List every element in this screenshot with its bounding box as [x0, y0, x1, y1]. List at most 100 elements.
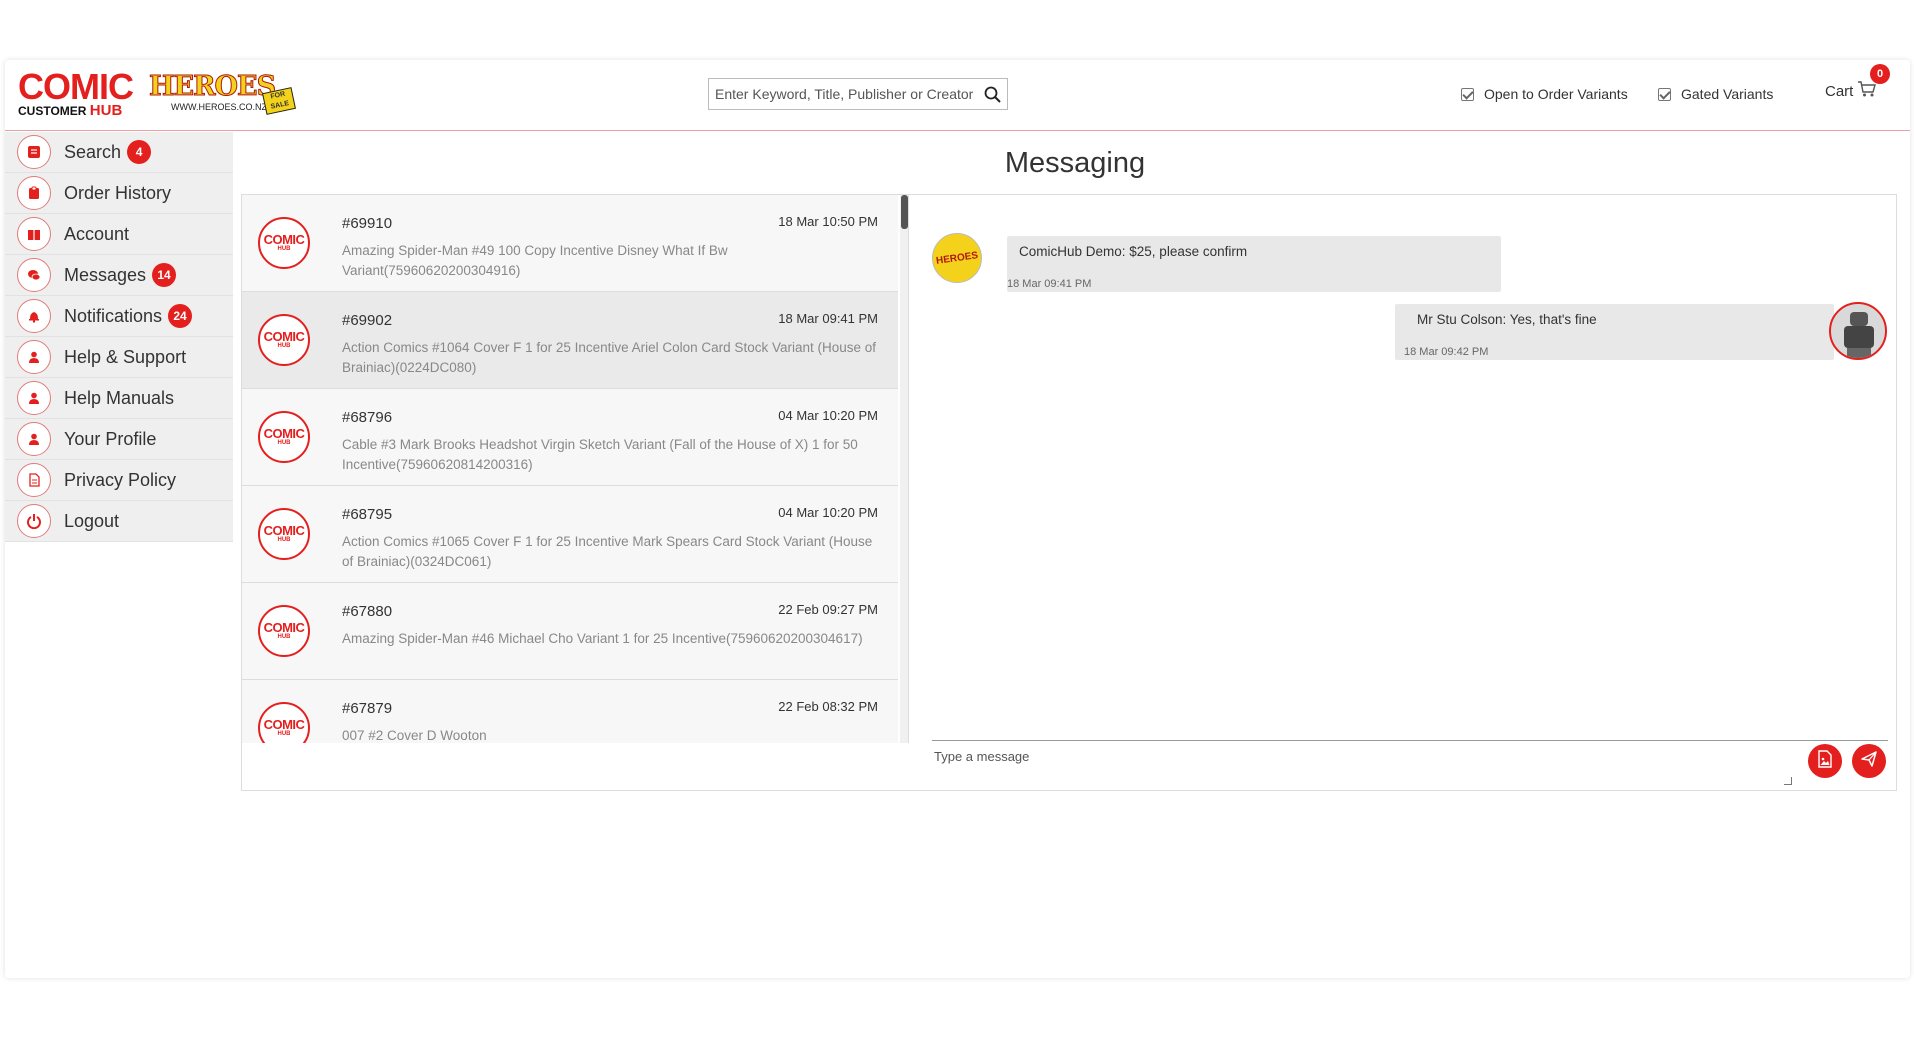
- message-composer: [932, 740, 1888, 788]
- message-time: 18 Mar 09:42 PM: [1404, 346, 1489, 358]
- power-icon: [17, 504, 51, 538]
- sidebar-item-label: Help Manuals: [64, 387, 175, 408]
- thread-id: #68795: [342, 506, 393, 523]
- logo-subtitle: CUSTOMER HUB: [18, 102, 138, 119]
- search-icon[interactable]: [977, 79, 1007, 109]
- sidebar-item-label: Your Profile: [64, 428, 157, 449]
- logo-customer-text: CUSTOMER: [18, 104, 87, 118]
- attach-image-button[interactable]: [1808, 744, 1842, 778]
- sidebar-item-notifications[interactable]: Notifications 24: [5, 296, 233, 337]
- avatar-text: COMIC: [263, 619, 305, 635]
- sidebar-item-order-history[interactable]: Order History: [5, 173, 233, 214]
- user-icon: [17, 422, 51, 456]
- avatar-subtext: HUB: [277, 730, 291, 737]
- message-time: 18 Mar 09:41 PM: [1007, 278, 1092, 290]
- image-file-icon: [1817, 749, 1833, 773]
- thread-description: Amazing Spider-Man #46 Michael Cho Varia…: [342, 631, 863, 646]
- thread-id: #67880: [342, 603, 393, 620]
- send-button[interactable]: [1852, 744, 1886, 778]
- thread-item[interactable]: COMIC HUB #69910 18 Mar 10:50 PM Amazing…: [242, 195, 898, 292]
- logo-hub-text: HUB: [89, 102, 123, 119]
- message-input[interactable]: [932, 741, 1792, 787]
- logo-comic-text: COMIC: [18, 66, 134, 107]
- avatar-text: COMIC: [263, 231, 305, 247]
- avatar-subtext: HUB: [277, 633, 291, 640]
- sidebar-item-messages[interactable]: Messages 14: [5, 255, 233, 296]
- comic-hub-avatar: COMIC HUB: [258, 411, 310, 463]
- thread-time: 18 Mar 09:41 PM: [778, 311, 878, 326]
- sidebar: Search 4 Order History Account Messages …: [5, 132, 233, 542]
- comic-hub-avatar: COMIC HUB: [258, 314, 310, 366]
- chat-bubbles-icon: [17, 258, 51, 292]
- gated-variants-label: Gated Variants: [1681, 86, 1774, 102]
- thread-id: #69910: [342, 215, 393, 232]
- search-box: [708, 78, 1008, 110]
- outgoing-message: Mr Stu Colson: Yes, that's fine 18 Mar 0…: [1395, 304, 1834, 360]
- avatar-subtext: HUB: [277, 439, 291, 446]
- thread-item[interactable]: COMIC HUB #69902 18 Mar 09:41 PM Action …: [242, 292, 898, 389]
- avatar-subtext: HUB: [277, 342, 291, 349]
- cart-label: Cart: [1825, 82, 1854, 100]
- search-count-badge: 4: [127, 140, 152, 164]
- thread-item[interactable]: COMIC HUB #67879 22 Feb 08:32 PM 007 #2 …: [242, 680, 898, 743]
- resize-handle-icon[interactable]: [1784, 777, 1792, 785]
- sidebar-item-label: Order History: [64, 182, 172, 203]
- open-to-order-variants-checkbox[interactable]: [1461, 87, 1474, 101]
- open-to-order-variants-label: Open to Order Variants: [1484, 86, 1628, 102]
- gift-icon: [17, 217, 51, 251]
- thread-item[interactable]: COMIC HUB #67880 22 Feb 09:27 PM Amazing…: [242, 583, 898, 680]
- avatar-text: COMIC: [263, 522, 305, 538]
- thread-list-scrollbar[interactable]: [900, 195, 909, 743]
- cart-button[interactable]: Cart: [1825, 80, 1877, 102]
- app-frame: COMIC CUSTOMER HUB HEROES WWW.HEROES.CO.…: [5, 60, 1910, 978]
- heroes-logo[interactable]: HEROES WWW.HEROES.CO.NZ FOR SALE: [149, 71, 296, 120]
- sidebar-item-privacy-policy[interactable]: Privacy Policy: [5, 460, 233, 501]
- thread-item[interactable]: COMIC HUB #68796 04 Mar 10:20 PM Cable #…: [242, 389, 898, 486]
- messaging-panel: COMIC HUB #69910 18 Mar 10:50 PM Amazing…: [241, 194, 1897, 791]
- sidebar-item-label: Messages: [64, 264, 147, 285]
- thread-id: #68796: [342, 409, 393, 426]
- sidebar-item-help-manuals[interactable]: Help Manuals: [5, 378, 233, 419]
- sidebar-item-label: Logout: [64, 510, 120, 531]
- scrollbar-thumb[interactable]: [901, 195, 908, 229]
- thread-id: #69902: [342, 312, 393, 329]
- incoming-message: ComicHub Demo: $25, please confirm 18 Ma…: [1007, 236, 1501, 292]
- thread-list: COMIC HUB #69910 18 Mar 10:50 PM Amazing…: [242, 195, 900, 743]
- avatar-subtext: HUB: [277, 245, 291, 252]
- gated-variants-filter[interactable]: Gated Variants: [1658, 86, 1773, 102]
- sidebar-item-label: Help & Support: [64, 346, 187, 367]
- notifications-count-badge: 24: [168, 304, 193, 328]
- comic-hub-avatar: COMIC HUB: [258, 217, 310, 269]
- user-icon: [17, 340, 51, 374]
- thread-time: 04 Mar 10:20 PM: [778, 505, 878, 520]
- messages-count-badge: 14: [152, 263, 177, 287]
- sidebar-item-help-support[interactable]: Help & Support: [5, 337, 233, 378]
- bell-icon: [17, 299, 51, 333]
- comic-hub-avatar: COMIC HUB: [258, 508, 310, 560]
- sidebar-item-search[interactable]: Search 4: [5, 132, 233, 173]
- document-icon: [17, 463, 51, 497]
- message-text: Mr Stu Colson: Yes, that's fine: [1417, 312, 1597, 327]
- heroes-avatar-text: HEROES: [935, 249, 979, 267]
- sidebar-item-account[interactable]: Account: [5, 214, 233, 255]
- thread-time: 22 Feb 09:27 PM: [778, 602, 878, 617]
- sidebar-item-logout[interactable]: Logout: [5, 501, 233, 542]
- avatar-text: COMIC: [263, 716, 305, 732]
- comic-hub-avatar: COMIC HUB: [258, 702, 310, 743]
- avatar-subtext: HUB: [277, 536, 291, 543]
- thread-description: 007 #2 Cover D Wooton: [342, 728, 487, 743]
- thread-time: 22 Feb 08:32 PM: [778, 699, 878, 714]
- sidebar-item-your-profile[interactable]: Your Profile: [5, 419, 233, 460]
- thread-id: #67879: [342, 700, 393, 717]
- thread-item[interactable]: COMIC HUB #68795 04 Mar 10:20 PM Action …: [242, 486, 898, 583]
- comic-hub-avatar: COMIC HUB: [258, 605, 310, 657]
- search-list-icon: [17, 135, 51, 169]
- avatar-text: COMIC: [263, 328, 305, 344]
- thread-time: 18 Mar 10:50 PM: [778, 214, 878, 229]
- open-to-order-variants-filter[interactable]: Open to Order Variants: [1461, 86, 1628, 102]
- search-input[interactable]: [709, 80, 977, 108]
- thread-description: Cable #3 Mark Brooks Headshot Virgin Ske…: [342, 437, 858, 472]
- page-title: Messaging: [1004, 147, 1146, 179]
- gated-variants-checkbox[interactable]: [1658, 87, 1671, 101]
- comic-hub-logo[interactable]: COMIC CUSTOMER HUB: [18, 66, 138, 120]
